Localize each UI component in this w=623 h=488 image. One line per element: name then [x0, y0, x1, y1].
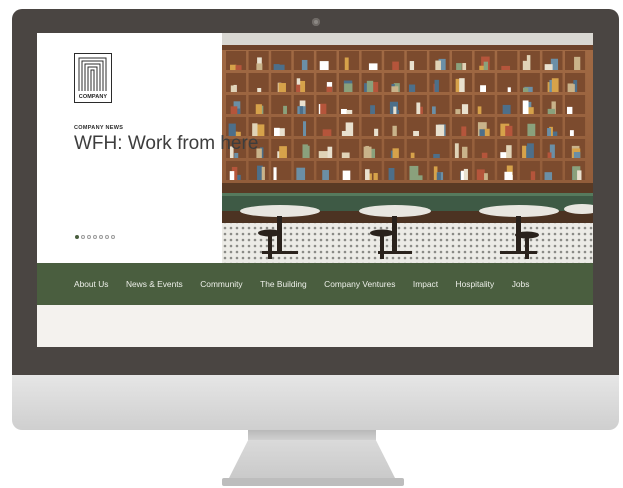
- slide-dot-6[interactable]: [105, 235, 109, 239]
- monitor-stand-neck: [248, 430, 376, 440]
- slide-dot-3[interactable]: [87, 235, 91, 239]
- website-screen: COMPANY COMPANY NEWS WFH: Work from here…: [37, 33, 593, 347]
- webcam-icon: [312, 18, 320, 26]
- slide-dot-5[interactable]: [99, 235, 103, 239]
- nav-item-jobs[interactable]: Jobs: [512, 279, 530, 289]
- logo-mark-icon: [78, 57, 107, 91]
- nav-item-company-ventures[interactable]: Company Ventures: [324, 279, 395, 289]
- slide-dot-1[interactable]: [75, 235, 79, 239]
- company-logo[interactable]: COMPANY: [74, 53, 112, 103]
- slide-dot-4[interactable]: [93, 235, 97, 239]
- hero-photo-illustration: [222, 33, 593, 263]
- slide-dot-7[interactable]: [111, 235, 115, 239]
- monitor-chin: [12, 375, 619, 430]
- nav-item-community[interactable]: Community: [200, 279, 242, 289]
- monitor-stand: [228, 440, 396, 480]
- hero-headline[interactable]: WFH: Work from here: [74, 133, 258, 155]
- main-navigation: About Us News & Events Community The Buildi…: [37, 263, 593, 305]
- nav-item-about-us[interactable]: About Us: [74, 279, 108, 289]
- nav-item-the-building[interactable]: The Building: [260, 279, 307, 289]
- content-area: [37, 305, 593, 347]
- slide-pagination: [75, 235, 115, 239]
- logo-wordmark: COMPANY: [78, 94, 108, 100]
- nav-item-impact[interactable]: Impact: [413, 279, 438, 289]
- nav-item-hospitality[interactable]: Hospitality: [456, 279, 495, 289]
- hero-kicker: COMPANY NEWS: [74, 125, 124, 131]
- hero-image-cafe: [222, 33, 593, 263]
- slide-dot-2[interactable]: [81, 235, 85, 239]
- nav-item-news-events[interactable]: News & Events: [126, 279, 183, 289]
- monitor-stand-base: [222, 478, 404, 486]
